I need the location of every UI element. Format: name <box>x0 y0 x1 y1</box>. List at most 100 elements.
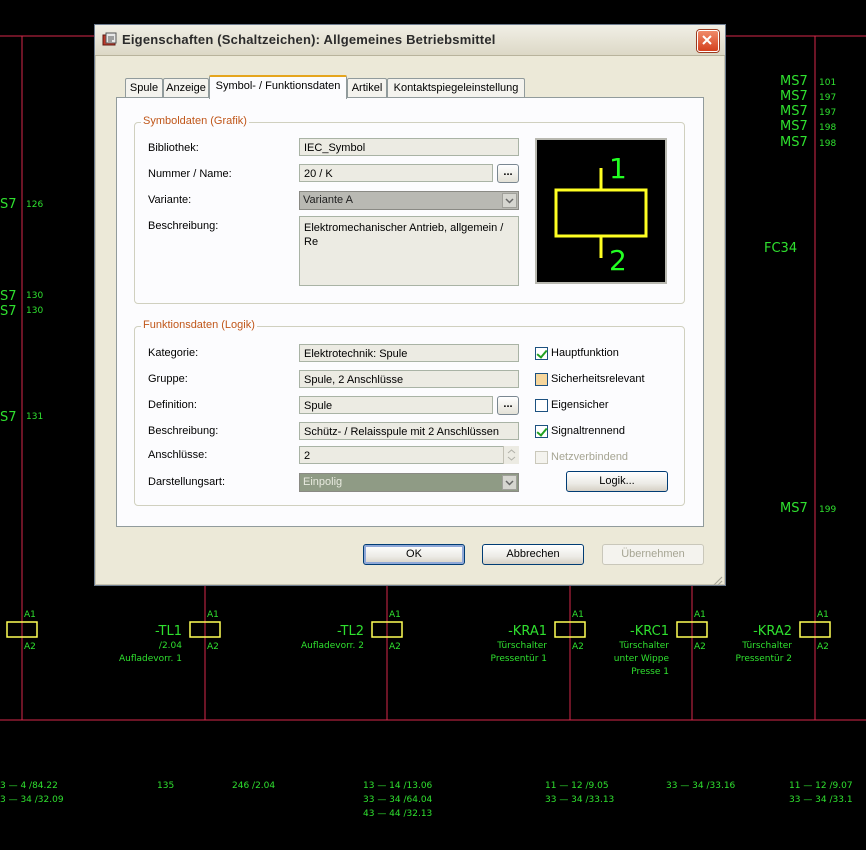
darstellungsart-label: Darstellungsart: <box>148 476 226 488</box>
svg-text:101: 101 <box>819 78 836 88</box>
svg-text:126: 126 <box>26 200 43 210</box>
svg-text:Pressentür 2: Pressentür 2 <box>736 654 792 664</box>
eigensicher-label: Eigensicher <box>551 399 609 411</box>
signaltrennend-checkbox[interactable] <box>535 425 548 438</box>
anschluesse-label: Anschlüsse: <box>148 449 208 461</box>
svg-text:MS7: MS7 <box>780 119 808 134</box>
svg-text:3 — 4 /84.22: 3 — 4 /84.22 <box>0 781 58 791</box>
nummer-field[interactable]: 20 / K <box>299 164 493 182</box>
svg-text:Türschalter: Türschalter <box>618 641 669 651</box>
properties-dialog: Eigenschaften (Schaltzeichen): Allgemein… <box>94 24 726 586</box>
logik-button[interactable]: Logik... <box>566 471 668 492</box>
gruppe-label: Gruppe: <box>148 373 188 385</box>
svg-text:MS7: MS7 <box>780 501 808 516</box>
window-title: Eigenschaften (Schaltzeichen): Allgemein… <box>122 32 496 47</box>
tab-artikel[interactable]: Artikel <box>347 78 387 97</box>
svg-text:S7: S7 <box>0 304 17 319</box>
svg-text:198: 198 <box>819 123 836 133</box>
definition-browse-button[interactable]: ... <box>497 396 519 415</box>
sicherheitsrelevant-checkbox[interactable] <box>535 373 548 386</box>
device-tag: -TL1 <box>155 624 182 639</box>
svg-text:A1: A1 <box>207 610 219 620</box>
svg-text:A2: A2 <box>389 642 401 652</box>
svg-text:11 — 12 /9.07: 11 — 12 /9.07 <box>789 781 853 791</box>
symbol-beschreibung-field[interactable]: Elektromechanischer Antrieb, allgemein /… <box>299 216 519 286</box>
bibliothek-label: Bibliothek: <box>148 142 199 154</box>
svg-text:A1: A1 <box>817 610 829 620</box>
svg-text:246 /2.04: 246 /2.04 <box>232 781 275 791</box>
darstellungsart-select[interactable]: Einpolig <box>299 473 519 492</box>
svg-text:Aufladevorr. 2: Aufladevorr. 2 <box>301 641 364 651</box>
resize-grip-icon[interactable] <box>711 571 723 586</box>
tab-anzeige[interactable]: Anzeige <box>163 78 209 97</box>
svg-text:Aufladevorr. 1: Aufladevorr. 1 <box>119 654 182 664</box>
svg-text:33 — 34 /33.16: 33 — 34 /33.16 <box>666 781 736 791</box>
anschluesse-field[interactable]: 2 <box>299 446 519 464</box>
sicherheitsrelevant-label: Sicherheitsrelevant <box>551 373 645 385</box>
svg-text:A1: A1 <box>389 610 401 620</box>
title-bar[interactable]: Eigenschaften (Schaltzeichen): Allgemein… <box>95 25 725 56</box>
group-title: Symboldaten (Grafik) <box>141 115 249 127</box>
svg-text:13 — 14 /13.06: 13 — 14 /13.06 <box>363 781 433 791</box>
definition-field[interactable]: Spule <box>299 396 493 414</box>
eigensicher-checkbox[interactable] <box>535 399 548 412</box>
tab-kontaktspiegeleinstellung[interactable]: Kontaktspiegeleinstellung <box>387 78 525 97</box>
tab-spule[interactable]: Spule <box>125 78 163 97</box>
svg-text:11 — 12 /9.05: 11 — 12 /9.05 <box>545 781 609 791</box>
svg-text:198: 198 <box>819 139 836 149</box>
close-button[interactable] <box>697 30 719 52</box>
svg-text:S7: S7 <box>0 410 17 425</box>
group-title: Funktionsdaten (Logik) <box>141 319 257 331</box>
gruppe-field[interactable]: Spule, 2 Anschlüsse <box>299 370 519 388</box>
definition-label: Definition: <box>148 399 197 411</box>
nummer-browse-button[interactable]: ... <box>497 164 519 183</box>
variante-select[interactable]: Variante A <box>299 191 519 210</box>
svg-text:A1: A1 <box>694 610 706 620</box>
ok-button[interactable]: OK <box>363 544 465 565</box>
device-tag: -KRC1 <box>630 624 669 639</box>
netzverbindend-checkbox[interactable] <box>535 451 548 464</box>
kategorie-field[interactable]: Elektrotechnik: Spule <box>299 344 519 362</box>
symbol-preview: 1 2 <box>535 138 667 284</box>
svg-text:130: 130 <box>26 306 43 316</box>
svg-text:S7: S7 <box>0 197 17 212</box>
svg-text:S7: S7 <box>0 289 17 304</box>
bibliothek-field[interactable]: IEC_Symbol <box>299 138 519 156</box>
kategorie-label: Kategorie: <box>148 347 199 359</box>
svg-text:MS7: MS7 <box>780 74 808 89</box>
svg-text:MS7: MS7 <box>780 135 808 150</box>
nummer-label: Nummer / Name: <box>148 168 232 180</box>
funktion-beschreibung-field[interactable]: Schütz- / Relaisspule mit 2 Anschlüssen <box>299 422 519 440</box>
variante-label: Variante: <box>148 194 192 206</box>
svg-text:unter Wippe: unter Wippe <box>614 654 670 664</box>
svg-text:3 — 34 /32.09: 3 — 34 /32.09 <box>0 795 64 805</box>
svg-text:A2: A2 <box>24 642 36 652</box>
tab-symbol-funktionsdaten[interactable]: Symbol- / Funktionsdaten <box>209 75 347 99</box>
svg-text:A1: A1 <box>572 610 584 620</box>
terminal-top-label: 1 <box>609 152 627 185</box>
cancel-button[interactable]: Abbrechen <box>482 544 584 565</box>
device-tag: -TL2 <box>337 624 364 639</box>
hauptfunktion-checkbox[interactable] <box>535 347 548 360</box>
svg-text:A2: A2 <box>817 642 829 652</box>
svg-text:33 — 34 /33.1: 33 — 34 /33.1 <box>789 795 853 805</box>
svg-text:43 — 44 /32.13: 43 — 44 /32.13 <box>363 809 432 819</box>
funktion-beschreibung-label: Beschreibung: <box>148 425 219 437</box>
signaltrennend-label: Signaltrennend <box>551 425 626 437</box>
device-tag: -KRA1 <box>508 624 547 639</box>
svg-text:131: 131 <box>26 412 43 422</box>
symbol-beschreibung-label: Beschreibung: <box>148 220 219 232</box>
svg-text:MS7: MS7 <box>780 89 808 104</box>
svg-text:33 — 34 /64.04: 33 — 34 /64.04 <box>363 795 433 805</box>
svg-text:130: 130 <box>26 291 43 301</box>
svg-text:135: 135 <box>157 781 174 791</box>
chevron-down-icon <box>502 475 517 490</box>
svg-text:199: 199 <box>819 505 836 515</box>
anschluesse-spinner[interactable] <box>503 446 519 464</box>
apply-button[interactable]: Übernehmen <box>602 544 704 565</box>
terminal-bottom-label: 2 <box>609 244 627 277</box>
svg-text:197: 197 <box>819 93 836 103</box>
app-icon <box>102 32 118 48</box>
svg-text:33 — 34 /33.13: 33 — 34 /33.13 <box>545 795 614 805</box>
svg-text:MS7: MS7 <box>780 104 808 119</box>
